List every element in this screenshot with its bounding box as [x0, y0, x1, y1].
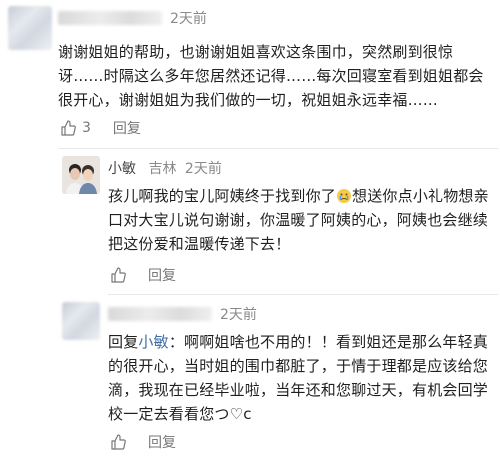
location: 吉林 — [148, 161, 177, 177]
reply-prefix: 回复 — [108, 333, 139, 351]
thumbs-up-icon[interactable] — [110, 267, 126, 283]
avatar[interactable] — [62, 156, 100, 194]
username-redacted — [58, 11, 162, 25]
divider — [108, 294, 498, 295]
comment-2: 小敏 吉林 2天前 孩儿啊我的宝儿阿姨终于找到你了 想送你点小礼物想亲口对大宝儿说… — [0, 150, 500, 300]
comment-actions: 回复 — [110, 265, 176, 285]
avatar-photo-icon — [62, 156, 100, 194]
reply-to-user[interactable]: 小敏 — [138, 333, 168, 351]
reply-button[interactable]: 回复 — [148, 265, 176, 285]
time-text: 2天前 — [170, 11, 207, 27]
avatar[interactable] — [62, 302, 100, 340]
avatar[interactable] — [8, 6, 52, 50]
comment-text: 谢谢姐姐的帮助，也谢谢姐姐喜欢这条围巾，突然刷到很惊讶……时隔这么多年您居然还记… — [58, 43, 484, 109]
comment-actions: 回复 — [110, 432, 176, 452]
comment-3: 2天前 回复小敏：啊啊姐啥也不用的！！看到姐还是那么年轻真的很开心，当时姐的围巾… — [0, 296, 500, 467]
comment-actions: 3 回复 — [60, 118, 141, 138]
thumbs-up-icon[interactable] — [110, 434, 126, 450]
reply-button[interactable]: 回复 — [148, 432, 176, 452]
comment-time: 2天前 — [220, 304, 257, 324]
text-part-1: 孩儿啊我的宝儿阿姨终于找到你了 — [108, 187, 337, 205]
crying-face-emoji — [337, 189, 352, 203]
thumbs-up-icon[interactable] — [60, 120, 76, 136]
comment-text: 孩儿啊我的宝儿阿姨终于找到你了 想送你点小礼物想亲口对大宝儿说句谢谢，你温暖了阿姨… — [108, 184, 490, 256]
username[interactable]: 小敏 — [108, 161, 136, 177]
comment-meta: 小敏 吉林 2天前 — [108, 158, 222, 178]
divider — [58, 148, 498, 149]
comment-text: 回复小敏：啊啊姐啥也不用的！！看到姐还是那么年轻真的很开心，当时姐的围巾都脏了，… — [108, 330, 492, 426]
comment-time: 2天前 — [170, 8, 207, 28]
time-text: 2天前 — [220, 307, 257, 323]
username-redacted — [108, 307, 212, 321]
comment-1: 2天前 谢谢姐姐的帮助，也谢谢姐姐喜欢这条围巾，突然刷到很惊讶……时隔这么多年您… — [0, 0, 500, 150]
time-text: 2天前 — [184, 161, 222, 177]
reply-button[interactable]: 回复 — [113, 118, 141, 138]
like-count: 3 — [82, 120, 91, 136]
